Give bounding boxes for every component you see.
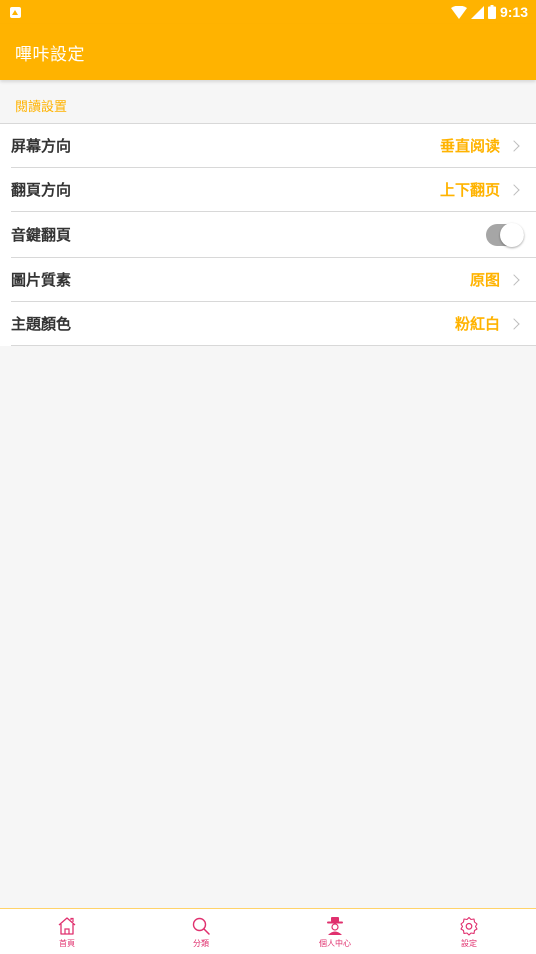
chevron-right-icon — [508, 273, 520, 286]
wifi-icon — [450, 5, 467, 19]
nav-label: 分類 — [193, 939, 209, 948]
nav-item-profile[interactable]: 個人中心 — [268, 909, 402, 954]
setting-value: 垂直阅读 — [439, 137, 500, 155]
nav-item-category[interactable]: 分類 — [134, 909, 268, 954]
setting-page-direction[interactable]: 翻頁方向 上下翻页 — [11, 168, 536, 212]
page-title: 嗶咔設定 — [15, 44, 85, 65]
setting-volume-key-page: 音鍵翻頁 — [11, 212, 536, 258]
setting-value: 原图 — [469, 271, 500, 289]
home-icon — [58, 917, 76, 935]
toggle-knob — [500, 222, 524, 247]
settings-list: 屏幕方向 垂直阅读 翻頁方向 上下翻页 音鍵翻頁 圖片質素 原图 主題顏色 粉紅… — [0, 123, 536, 346]
section-title: 閱讀設置 — [15, 99, 68, 115]
nav-label: 設定 — [461, 939, 477, 948]
setting-screen-orientation[interactable]: 屏幕方向 垂直阅读 — [11, 124, 536, 168]
chevron-right-icon — [508, 139, 520, 152]
nav-item-settings[interactable]: 設定 — [402, 909, 536, 954]
setting-label: 音鍵翻頁 — [11, 226, 72, 244]
nav-label: 首頁 — [59, 939, 75, 948]
battery-icon — [487, 5, 496, 19]
setting-label: 圖片質素 — [11, 271, 72, 289]
search-icon — [192, 917, 210, 935]
profile-icon — [327, 917, 343, 935]
setting-theme-color[interactable]: 主題顏色 粉紅白 — [11, 302, 536, 346]
section-header-reading: 閱讀設置 — [0, 80, 536, 124]
gear-icon — [460, 916, 478, 936]
signal-icon — [470, 5, 484, 19]
status-time: 9:13 — [499, 4, 528, 20]
app-bar: 嗶咔設定 — [0, 24, 536, 80]
setting-label: 主題顏色 — [11, 315, 72, 333]
nav-label: 個人中心 — [319, 939, 351, 948]
setting-label: 翻頁方向 — [11, 181, 72, 199]
setting-value: 粉紅白 — [454, 315, 500, 333]
setting-value: 上下翻页 — [439, 181, 500, 199]
status-bar: 9:13 — [0, 0, 536, 24]
volume-key-toggle[interactable] — [486, 222, 524, 247]
chevron-right-icon — [508, 183, 520, 196]
nav-item-home[interactable]: 首頁 — [0, 909, 134, 954]
setting-image-quality[interactable]: 圖片質素 原图 — [11, 258, 536, 302]
bottom-nav: 首頁 分類 個人中心 設定 — [0, 908, 536, 954]
chevron-right-icon — [508, 317, 520, 330]
settings-screen: 9:13 嗶咔設定 閱讀設置 屏幕方向 垂直阅读 翻頁方向 上下翻页 音鍵翻頁 — [0, 0, 536, 954]
setting-label: 屏幕方向 — [11, 137, 72, 155]
notification-icon — [10, 6, 21, 18]
